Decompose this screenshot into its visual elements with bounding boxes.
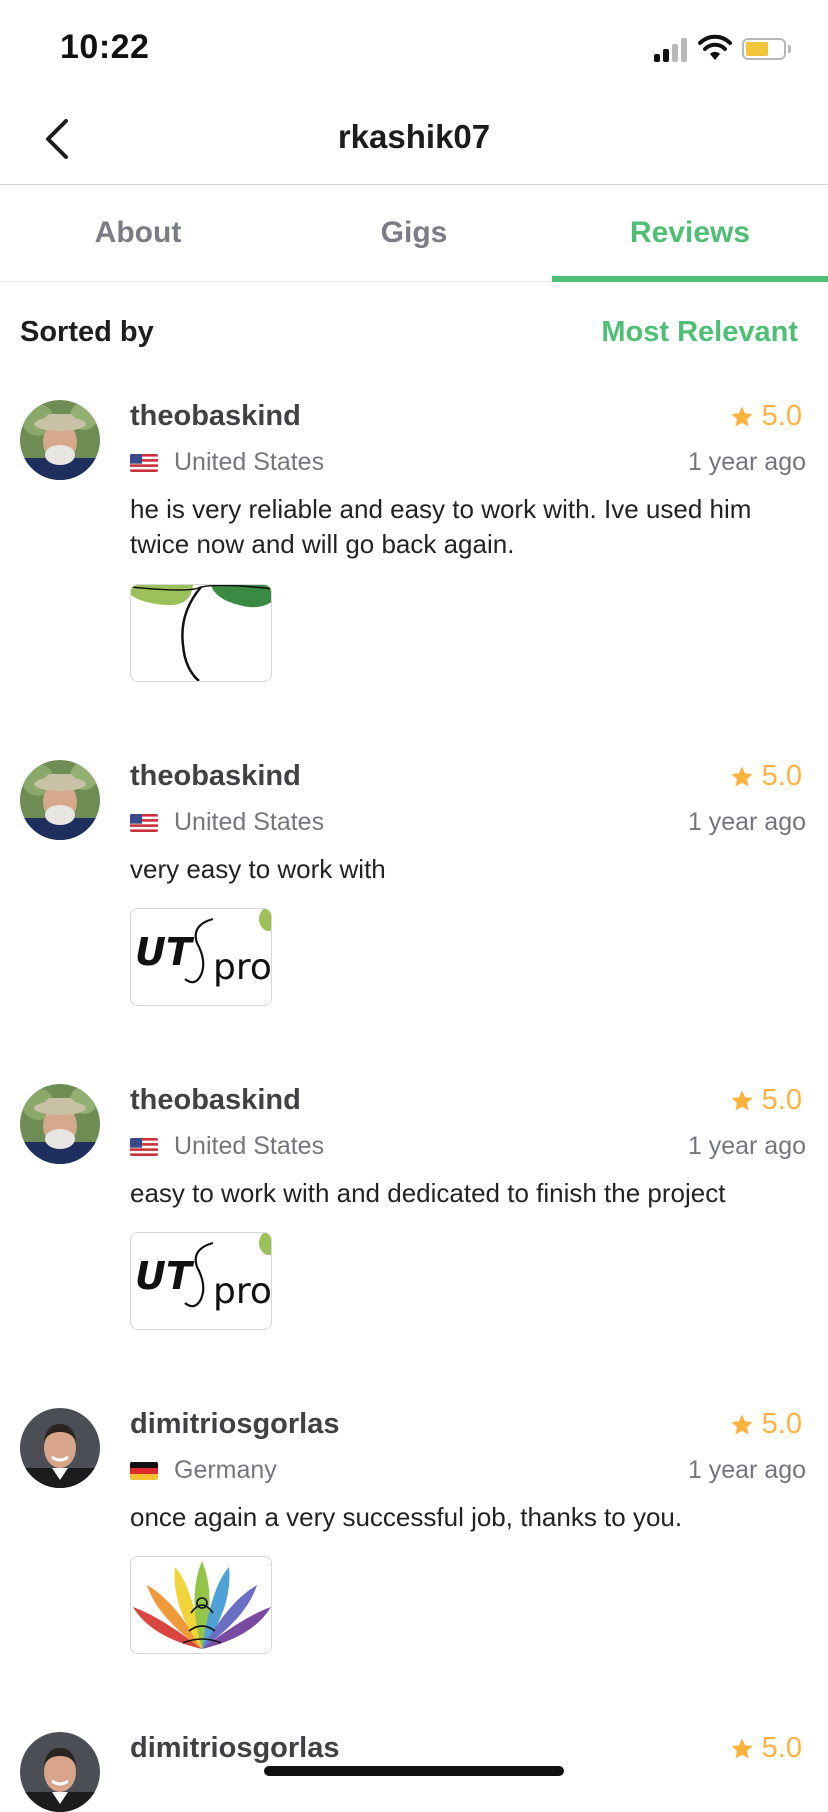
status-bar: 10:22 [0,0,828,96]
sort-dropdown[interactable]: Most Relevant [601,316,798,349]
ut-sprout-logo-image [131,1233,272,1330]
review-gig-thumbnail[interactable] [130,1556,272,1654]
avatar[interactable] [20,1732,100,1812]
lotus-logo-image [131,1557,272,1654]
rating-value: 5.0 [761,1408,802,1440]
star-icon [730,1089,754,1113]
rating-value: 5.0 [761,400,802,432]
avatar[interactable] [20,1408,100,1488]
rating-value: 5.0 [761,1084,802,1116]
rating-value: 5.0 [761,760,802,792]
us-flag-icon [130,454,158,472]
review-date: 1 year ago [687,1132,806,1160]
review-location: United States [130,1132,324,1161]
seedling-logo-image [131,585,272,682]
review-date: 1 year ago [687,448,806,476]
review-rating: 5.0 [730,400,802,433]
country-label: Germany [174,1456,277,1484]
review-rating: 5.0 [730,760,802,793]
avatar[interactable] [20,400,100,480]
sort-label: Sorted by [20,316,154,348]
home-indicator [264,1766,564,1776]
star-icon [730,1737,754,1761]
ut-sprout-logo-image [131,909,272,1006]
review-gig-thumbnail[interactable] [130,1232,272,1330]
review-date: 1 year ago [687,1456,806,1484]
tab-reviews[interactable]: Reviews [552,185,828,282]
star-icon [730,1413,754,1437]
review-location: United States [130,448,324,477]
review-username[interactable]: theobaskind [130,760,301,793]
star-icon [730,405,754,429]
country-label: United States [174,448,325,476]
review-gig-thumbnail[interactable] [130,584,272,682]
germany-flag-icon [130,1462,158,1480]
us-flag-icon [130,1138,158,1156]
tab-bar: About Gigs Reviews [0,185,828,282]
review-date: 1 year ago [687,808,806,836]
country-label: United States [174,808,325,836]
nav-bar: rkashik07 [0,96,828,185]
review-text: once again a very successful job, thanks… [130,1502,683,1532]
battery-icon [742,38,792,62]
review-username[interactable]: dimitriosgorlas [130,1408,340,1441]
review-gig-thumbnail[interactable] [130,908,272,1006]
country-label: United States [174,1132,325,1160]
review-username[interactable]: theobaskind [130,400,301,433]
tab-about[interactable]: About [0,185,276,281]
review-rating: 5.0 [730,1732,802,1765]
review-rating: 5.0 [730,1408,802,1441]
review-username[interactable]: dimitriosgorlas [130,1732,340,1765]
page-title: rkashik07 [337,118,491,155]
cellular-signal-icon [654,38,688,62]
review-location: United States [130,808,324,837]
sort-row: Sorted by Most Relevant [0,300,828,370]
review-rating: 5.0 [730,1084,802,1117]
tab-gigs[interactable]: Gigs [276,185,552,281]
avatar[interactable] [20,1084,100,1164]
review-location: Germany [130,1456,277,1485]
review-username[interactable]: theobaskind [130,1084,301,1117]
review-text: he is very reliable and easy to work wit… [130,494,752,559]
avatar[interactable] [20,760,100,840]
rating-value: 5.0 [761,1732,802,1764]
review-text: easy to work with and dedicated to finis… [130,1178,726,1208]
review-text: very easy to work with [130,854,386,884]
wifi-icon [698,34,732,60]
star-icon [730,765,754,789]
status-time: 10:22 [60,28,150,66]
us-flag-icon [130,814,158,832]
